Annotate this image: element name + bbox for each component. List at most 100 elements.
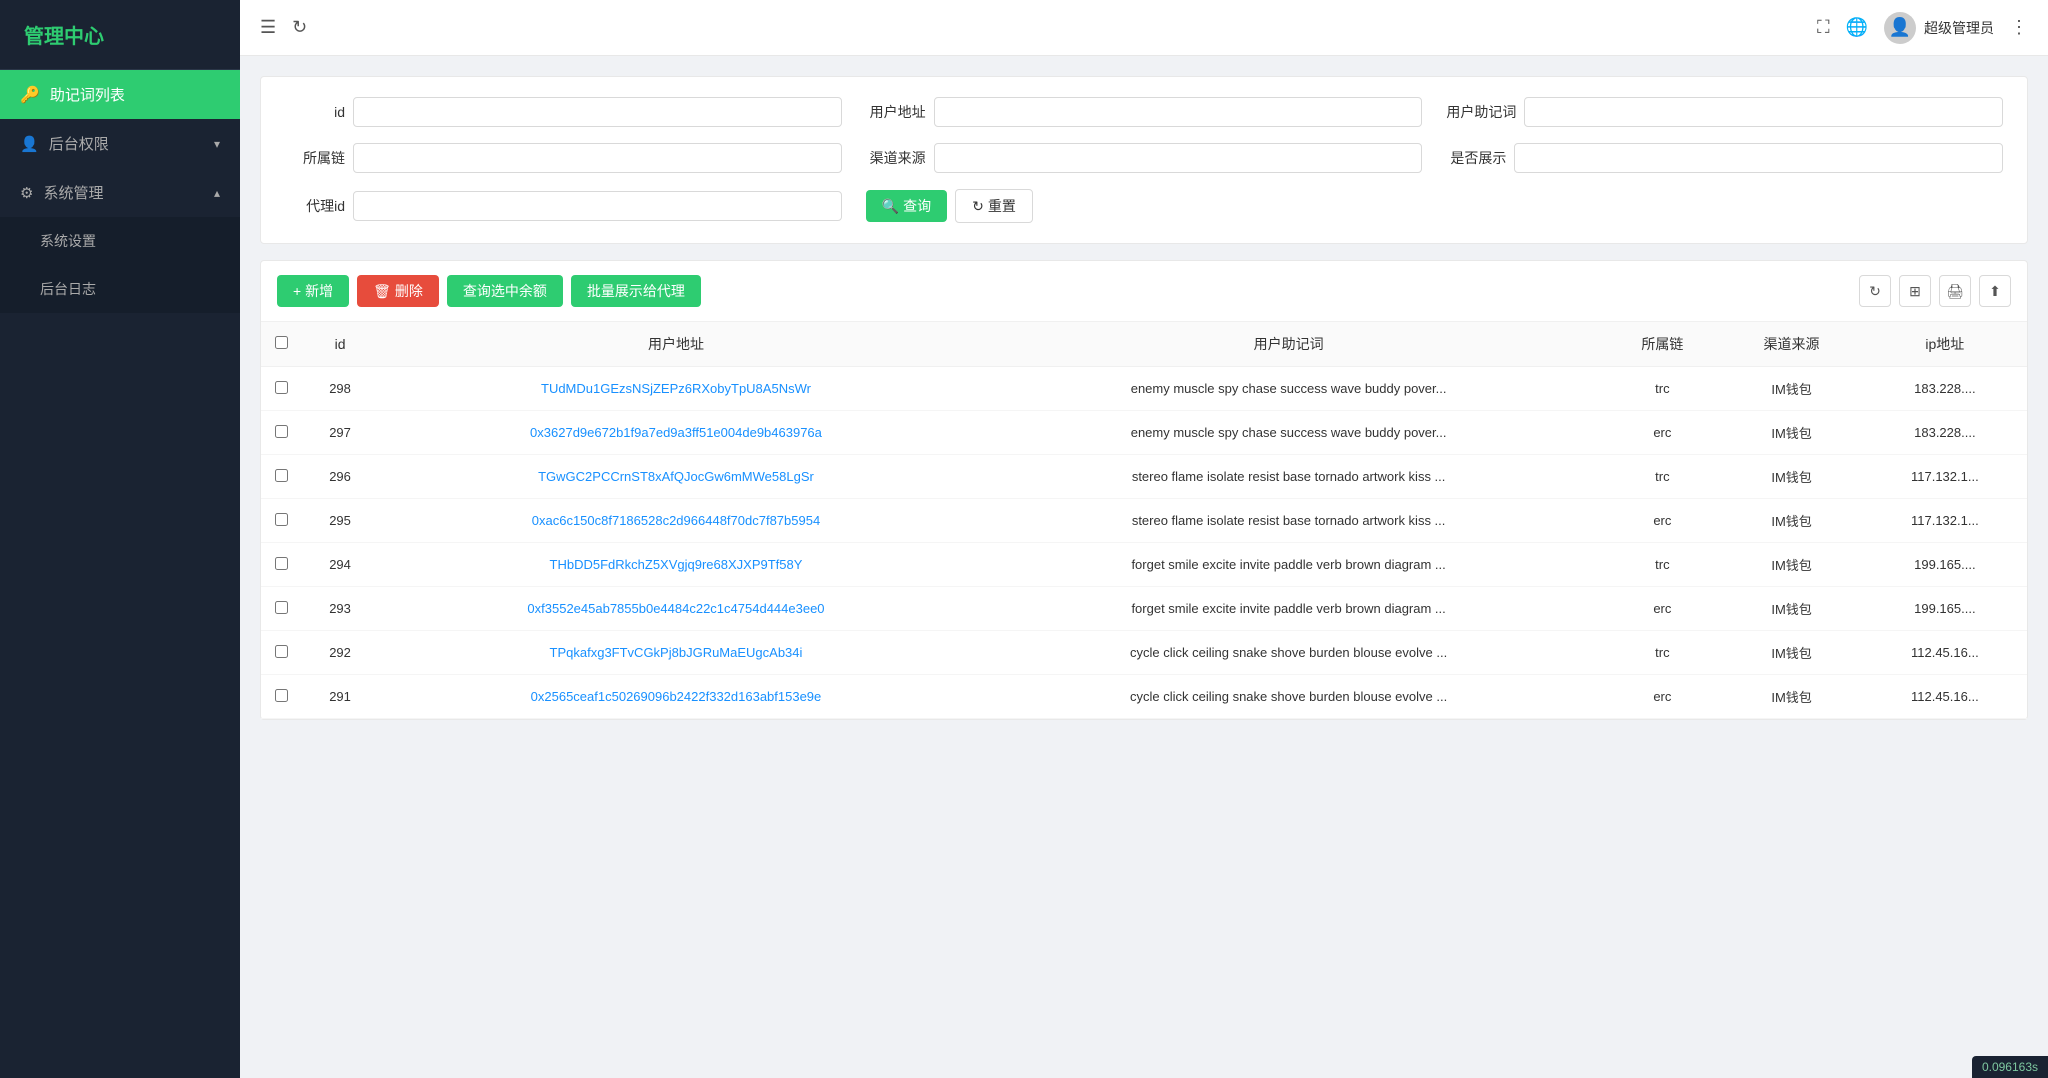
row-ip: 183.228.... bbox=[1863, 411, 2027, 455]
row-checkbox-cell bbox=[261, 675, 301, 719]
table-refresh-button[interactable]: ↻ bbox=[1859, 275, 1891, 307]
performance-badge: 0.096163s bbox=[1972, 1056, 2048, 1078]
table-row: 293 0xf3552e45ab7855b0e4484c22c1c4754d44… bbox=[261, 587, 2027, 631]
sidebar-item-system-management[interactable]: ⚙ 系统管理 ▴ bbox=[0, 168, 240, 217]
sidebar-item-system-settings[interactable]: 系统设置 bbox=[0, 217, 240, 265]
row-ip: 183.228.... bbox=[1863, 367, 2027, 411]
header: ☰ ↻ ⛶ 🌐 👤 超级管理员 ⋮ bbox=[240, 0, 2048, 56]
batch-show-button[interactable]: 批量展示给代理 bbox=[571, 275, 701, 307]
sidebar-item-label: 系统设置 bbox=[40, 231, 96, 251]
table-export-button[interactable]: ⬆ bbox=[1979, 275, 2011, 307]
row-chain: erc bbox=[1604, 499, 1720, 543]
filter-row-agent-id: 代理id bbox=[285, 189, 842, 223]
filter-label-user-address: 用户地址 bbox=[866, 102, 926, 122]
row-checkbox[interactable] bbox=[275, 381, 288, 394]
query-balance-button[interactable]: 查询选中余额 bbox=[447, 275, 563, 307]
globe-icon[interactable]: 🌐 bbox=[1846, 17, 1868, 38]
row-mnemonic: forget smile excite invite paddle verb b… bbox=[973, 543, 1604, 587]
filter-input-chain[interactable] bbox=[353, 143, 842, 173]
row-checkbox[interactable] bbox=[275, 425, 288, 438]
row-id: 297 bbox=[301, 411, 379, 455]
row-id: 296 bbox=[301, 455, 379, 499]
query-button[interactable]: 🔍 查询 bbox=[866, 190, 947, 222]
sidebar-logo: 管理中心 bbox=[0, 0, 240, 70]
refresh-icon[interactable]: ↻ bbox=[292, 17, 307, 38]
sidebar-item-mnemonic-list[interactable]: 🔑 助记词列表 bbox=[0, 70, 240, 119]
row-checkbox[interactable] bbox=[275, 689, 288, 702]
row-ip: 117.132.1... bbox=[1863, 455, 2027, 499]
row-checkbox[interactable] bbox=[275, 469, 288, 482]
gear-icon: ⚙ bbox=[20, 184, 33, 202]
row-checkbox-cell bbox=[261, 543, 301, 587]
filter-row-id: id bbox=[285, 97, 842, 127]
row-address[interactable]: 0xac6c150c8f7186528c2d966448f70dc7f87b59… bbox=[379, 499, 973, 543]
filter-row-chain: 所属链 bbox=[285, 143, 842, 173]
row-ip: 199.165.... bbox=[1863, 543, 2027, 587]
row-address[interactable]: 0x2565ceaf1c50269096b2422f332d163abf153e… bbox=[379, 675, 973, 719]
data-table: id 用户地址 用户助记词 所属链 渠道来源 ip地址 298 TUdMDu1G… bbox=[261, 322, 2027, 719]
row-checkbox-cell bbox=[261, 631, 301, 675]
row-mnemonic: cycle click ceiling snake shove burden b… bbox=[973, 675, 1604, 719]
chevron-down-icon: ▾ bbox=[214, 137, 220, 151]
row-chain: erc bbox=[1604, 411, 1720, 455]
reset-icon: ↻ bbox=[972, 198, 984, 215]
delete-button[interactable]: 🗑 删除 bbox=[357, 275, 439, 307]
row-checkbox-cell bbox=[261, 455, 301, 499]
row-channel: IM钱包 bbox=[1720, 631, 1862, 675]
sidebar-item-backend-log[interactable]: 后台日志 bbox=[0, 265, 240, 313]
content-area: id 用户地址 用户助记词 所属链 渠道来源 bbox=[240, 56, 2048, 1078]
row-checkbox[interactable] bbox=[275, 645, 288, 658]
fullscreen-icon[interactable]: ⛶ bbox=[1817, 17, 1830, 38]
row-address[interactable]: TPqkafxg3FTvCGkPj8bJGRuMaEUgcAb34i bbox=[379, 631, 973, 675]
filter-input-user-mnemonic[interactable] bbox=[1524, 97, 2003, 127]
table-print-button[interactable]: 🖨 bbox=[1939, 275, 1971, 307]
filter-input-user-address[interactable] bbox=[934, 97, 1423, 127]
filter-input-id[interactable] bbox=[353, 97, 842, 127]
row-checkbox[interactable] bbox=[275, 557, 288, 570]
filter-card: id 用户地址 用户助记词 所属链 渠道来源 bbox=[260, 76, 2028, 244]
menu-icon[interactable]: ☰ bbox=[260, 17, 276, 38]
table-row: 294 THbDD5FdRkchZ5XVgjq9re68XJXP9Tf58Y f… bbox=[261, 543, 2027, 587]
sidebar-menu: 🔑 助记词列表 👤 后台权限 ▾ ⚙ 系统管理 ▴ 系统设置 后台日志 bbox=[0, 70, 240, 1078]
select-all-checkbox[interactable] bbox=[275, 336, 288, 349]
row-ip: 112.45.16... bbox=[1863, 631, 2027, 675]
header-channel: 渠道来源 bbox=[1720, 322, 1862, 367]
row-id: 298 bbox=[301, 367, 379, 411]
row-ip: 112.45.16... bbox=[1863, 675, 2027, 719]
table-row: 292 TPqkafxg3FTvCGkPj8bJGRuMaEUgcAb34i c… bbox=[261, 631, 2027, 675]
filter-input-channel[interactable] bbox=[934, 143, 1423, 173]
table-toolbar-right: ↻ ⊞ 🖨 ⬆ bbox=[1859, 275, 2011, 307]
row-checkbox-cell bbox=[261, 587, 301, 631]
row-channel: IM钱包 bbox=[1720, 411, 1862, 455]
reset-button[interactable]: ↻ 重置 bbox=[955, 189, 1033, 223]
more-icon[interactable]: ⋮ bbox=[2010, 17, 2028, 38]
filter-row-channel: 渠道来源 bbox=[866, 143, 1423, 173]
row-mnemonic: stereo flame isolate resist base tornado… bbox=[973, 499, 1604, 543]
row-checkbox-cell bbox=[261, 367, 301, 411]
row-mnemonic: stereo flame isolate resist base tornado… bbox=[973, 455, 1604, 499]
row-address[interactable]: THbDD5FdRkchZ5XVgjq9re68XJXP9Tf58Y bbox=[379, 543, 973, 587]
row-address[interactable]: 0x3627d9e672b1f9a7ed9a3ff51e004de9b46397… bbox=[379, 411, 973, 455]
sidebar-item-label: 后台权限 bbox=[49, 133, 109, 154]
sidebar-item-backend-permission[interactable]: 👤 后台权限 ▾ bbox=[0, 119, 240, 168]
row-checkbox[interactable] bbox=[275, 513, 288, 526]
row-channel: IM钱包 bbox=[1720, 543, 1862, 587]
table-row: 291 0x2565ceaf1c50269096b2422f332d163abf… bbox=[261, 675, 2027, 719]
add-button[interactable]: + 新增 bbox=[277, 275, 349, 307]
table-row: 295 0xac6c150c8f7186528c2d966448f70dc7f8… bbox=[261, 499, 2027, 543]
row-id: 293 bbox=[301, 587, 379, 631]
row-address[interactable]: 0xf3552e45ab7855b0e4484c22c1c4754d444e3e… bbox=[379, 587, 973, 631]
row-address[interactable]: TGwGC2PCCrnST8xAfQJocGw6mMWe58LgSr bbox=[379, 455, 973, 499]
row-address[interactable]: TUdMDu1GEzsNSjZEPz6RXobyTpU8A5NsWr bbox=[379, 367, 973, 411]
row-checkbox[interactable] bbox=[275, 601, 288, 614]
filter-input-show[interactable] bbox=[1514, 143, 2003, 173]
table-columns-button[interactable]: ⊞ bbox=[1899, 275, 1931, 307]
row-chain: trc bbox=[1604, 367, 1720, 411]
table-header-row: id 用户地址 用户助记词 所属链 渠道来源 ip地址 bbox=[261, 322, 2027, 367]
filter-input-agent-id[interactable] bbox=[353, 191, 842, 221]
row-mnemonic: forget smile excite invite paddle verb b… bbox=[973, 587, 1604, 631]
header-id: id bbox=[301, 322, 379, 367]
filter-label-show: 是否展示 bbox=[1446, 148, 1506, 168]
header-left: ☰ ↻ bbox=[260, 17, 307, 38]
row-ip: 117.132.1... bbox=[1863, 499, 2027, 543]
